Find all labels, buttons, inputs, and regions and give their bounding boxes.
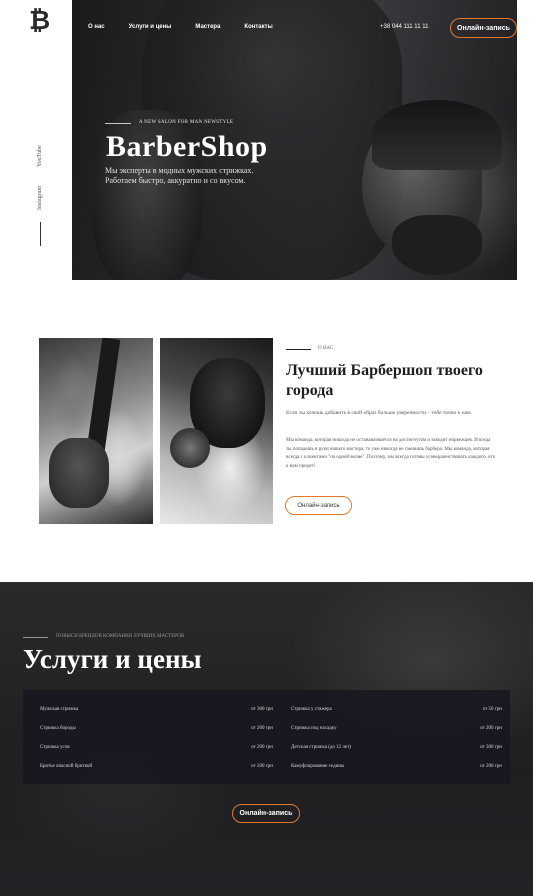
services-title: Услуги и цены [23, 644, 202, 674]
bitcoin-logo-icon[interactable]: ₿ [29, 8, 51, 34]
service-name: Стрижка бороды [40, 726, 76, 731]
about-paragraph-2: Мы команда, которая никогда не останавли… [286, 438, 496, 469]
service-price: от 300 грн [480, 745, 502, 750]
about-booking-button[interactable]: Онлайн-запись [285, 496, 352, 515]
nav-item-services[interactable]: Услуги и цены [129, 24, 172, 30]
about-photo-hand [49, 438, 109, 508]
hero-photo-hair [372, 100, 502, 170]
about-kicker-line [286, 349, 311, 350]
service-name: Стрижка у стажера [291, 707, 332, 712]
social-divider [40, 222, 41, 246]
service-price: от 200 грн [251, 764, 273, 769]
service-price: от 200 грн [480, 726, 502, 731]
services-kicker: ПОВЫСИ БРЕНДОВ КОМПАНИЯ ЛУЧШИХ МАСТЕРОВ [56, 634, 185, 639]
instagram-link[interactable]: Instagram [37, 186, 43, 210]
services-booking-button[interactable]: Онлайн-запись [232, 804, 300, 823]
service-price: от 200 грн [251, 745, 273, 750]
nav-item-masters[interactable]: Мастера [195, 24, 220, 30]
about-photo-beard-brush [160, 338, 273, 524]
service-price: от 200 грн [251, 726, 273, 731]
online-booking-button[interactable]: Онлайн-запись [450, 18, 517, 38]
hero-title: BarberShop [106, 130, 268, 163]
about-title: Лучший Барбершоп твоего города [286, 362, 483, 399]
hero-kicker: A NEW SALON FOR MAN NEWSTYLE [139, 120, 234, 125]
service-name: Бритье опасной бритвой [40, 764, 93, 769]
service-name: Стрижка под насадку [291, 726, 337, 731]
price-list: Мужская стрижка от 300 грн Стрижка бород… [23, 690, 510, 784]
about-kicker: О НАС [318, 346, 334, 351]
service-name: Стрижка усов [40, 745, 70, 750]
about-photo-beard-trim [39, 338, 153, 524]
phone-number[interactable]: +38 044 111 11 11 [380, 24, 428, 30]
services-section: ПОВЫСИ БРЕНДОВ КОМПАНИЯ ЛУЧШИХ МАСТЕРОВ … [0, 582, 533, 896]
service-name: Камуфлирование седины [291, 764, 345, 769]
hero-photo-beard [392, 215, 482, 275]
services-kicker-line [23, 637, 48, 638]
service-name: Мужская стрижка [40, 707, 79, 712]
main-nav: О нас Услуги и цены Мастера Контакты [88, 24, 297, 30]
service-name: Детская стрижка (до 12 лет) [291, 745, 351, 750]
nav-item-about[interactable]: О нас [88, 24, 105, 30]
about-paragraph-1: Если ты хочешь добавить в свой образ бол… [286, 410, 472, 416]
service-price: от 200 грн [480, 764, 502, 769]
hero-kicker-line [105, 123, 131, 124]
service-price: от 300 грн [251, 707, 273, 712]
service-price: от 50 грн [482, 707, 502, 712]
youtube-link[interactable]: YouTube [37, 145, 43, 167]
about-photo-brush [170, 428, 210, 468]
nav-item-contacts[interactable]: Контакты [244, 24, 272, 30]
hero-subtitle: Мы эксперты в модных мужских стрижках. Р… [105, 166, 254, 185]
